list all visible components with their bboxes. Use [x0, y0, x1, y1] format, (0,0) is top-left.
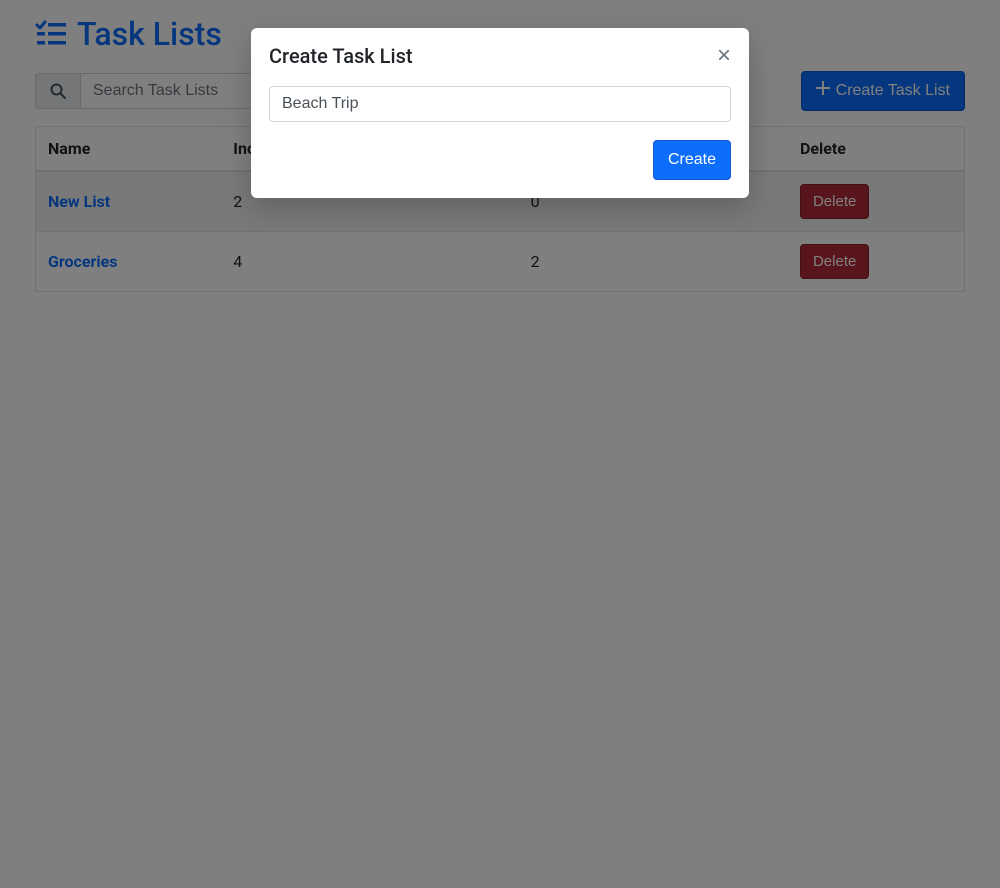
- modal-title: Create Task List: [269, 44, 413, 68]
- create-button[interactable]: Create: [653, 140, 731, 180]
- create-task-list-modal: Create Task List × Create: [251, 28, 749, 198]
- modal-footer: Create: [251, 140, 749, 198]
- task-list-name-input[interactable]: [269, 86, 731, 122]
- modal-body: [251, 68, 749, 140]
- modal-header: Create Task List ×: [251, 28, 749, 68]
- close-icon[interactable]: ×: [717, 44, 731, 68]
